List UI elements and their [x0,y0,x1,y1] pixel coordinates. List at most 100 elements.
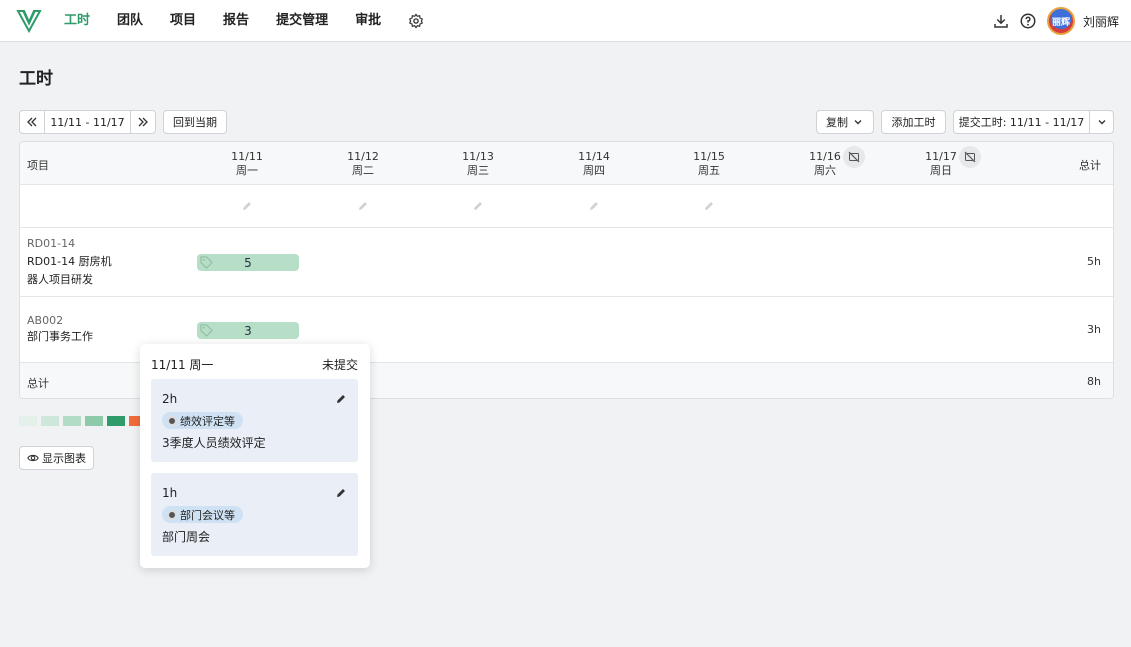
avatar[interactable]: 丽辉 [1046,7,1075,35]
show-chart-label: 显示图表 [42,452,86,465]
gear-icon[interactable] [408,13,424,29]
submit-options-button[interactable] [1089,110,1114,134]
project-cell: RD01-14 RD01-14 厨房机器人项目研发 [27,237,117,289]
copy-button-label: 复制 [826,116,848,129]
top-right-tools: 丽辉 刘丽辉 [992,0,1119,42]
pencil-icon[interactable] [241,200,253,212]
day-date: 11/14 [578,150,610,163]
nav-item-projects[interactable]: 项目 [170,0,196,42]
tag-icon [200,324,213,337]
pencil-icon[interactable] [703,200,715,212]
category-tag: 部门会议等 [162,506,243,523]
next-week-button[interactable] [131,111,155,133]
day-date: 11/12 [347,150,379,163]
day-date: 11/13 [462,150,494,163]
legend-swatch [19,416,37,426]
legend-swatch [85,416,103,426]
popover-date: 11/11 周一 [151,358,214,372]
help-icon[interactable] [1019,12,1037,30]
date-range-label[interactable]: 11/11 - 11/17 [44,111,131,133]
project-code: AB002 [27,314,64,327]
back-to-current-button[interactable]: 回到当期 [163,110,227,134]
tag-icon [200,256,213,269]
prev-week-button[interactable] [20,111,44,133]
day-weekday: 周四 [583,164,605,177]
hours-value: 5 [244,255,252,270]
row-total: 5h [1087,255,1101,268]
pencil-icon[interactable] [357,200,369,212]
nav-item-reports[interactable]: 报告 [223,0,249,42]
add-hours-button[interactable]: 添加工时 [881,110,946,134]
pencil-icon[interactable] [335,393,347,405]
double-chevron-right-icon [138,117,148,127]
eye-icon [27,454,39,462]
user-name[interactable]: 刘丽辉 [1083,13,1119,30]
day-weekday: 周三 [467,164,489,177]
nav-item-timesheet[interactable]: 工时 [64,0,90,42]
day-weekday: 周一 [236,164,258,177]
grand-total: 8h [1087,375,1101,388]
no-work-day-icon[interactable] [959,146,981,168]
pencil-icon[interactable] [472,200,484,212]
download-icon[interactable] [992,12,1010,30]
day-column-header: 11/11 周一 [192,150,302,178]
table-row: RD01-14 RD01-14 厨房机器人项目研发 5 5h [20,228,1113,297]
nav-item-submission[interactable]: 提交管理 [276,0,328,42]
project-name: RD01-14 厨房机器人项目研发 [27,255,112,286]
legend-swatch [63,416,81,426]
no-work-day-icon[interactable] [843,146,865,168]
time-entry[interactable]: 2h 绩效评定等 3季度人员绩效评定 [151,379,358,462]
chevron-down-icon [854,120,862,125]
nav-item-team[interactable]: 团队 [117,0,143,42]
table-header-row: 项目 11/11 周一 11/12 周二 11/13 周三 11/14 周四 11/15 周五 11… [20,142,1113,185]
time-entry[interactable]: 1h 部门会议等 部门周会 [151,473,358,556]
main-nav: 工时 团队 项目 报告 提交管理 审批 [64,0,424,42]
hours-cell-mon[interactable]: 3 [197,322,299,339]
entry-hours: 2h [162,392,178,406]
category-dot-icon [167,415,177,426]
double-chevron-left-icon [27,117,37,127]
popover-status: 未提交 [321,358,358,372]
top-nav: 工时 团队 项目 报告 提交管理 审批 丽辉 刘丽辉 [0,0,1131,42]
total-column-header: 总计 [1079,159,1101,172]
total-row-label: 总计 [27,377,49,390]
pencil-icon[interactable] [335,487,347,499]
day-column-header: 11/12 周二 [308,150,418,178]
day-detail-popover: 11/11 周一 未提交 2h 绩效评定等 3季度人员绩效评定 1h 部门会议等… [140,344,370,568]
row-total: 3h [1087,323,1101,336]
project-cell: AB002 部门事务工作 [27,314,117,346]
copy-button[interactable]: 复制 [816,110,874,134]
project-name: 部门事务工作 [27,330,93,343]
heat-legend [19,416,151,426]
project-code: RD01-14 [27,237,76,250]
day-date: 11/15 [693,150,725,163]
category-label: 绩效评定等 [180,414,235,428]
pencil-icon[interactable] [588,200,600,212]
entry-description: 3季度人员绩效评定 [162,436,266,450]
day-weekday: 周五 [698,164,720,177]
category-label: 部门会议等 [180,508,235,522]
chevron-down-icon [1098,120,1105,125]
hours-cell-mon[interactable]: 5 [197,254,299,271]
project-column-header: 项目 [27,159,49,172]
day-weekday: 周日 [930,164,952,177]
submit-hours-button[interactable]: 提交工时: 11/11 - 11/17 [953,110,1090,134]
table-edit-row [20,185,1113,228]
date-range-picker: 11/11 - 11/17 [19,110,156,134]
entry-hours: 1h [162,486,178,500]
legend-swatch [41,416,59,426]
day-date: 11/11 [231,150,263,163]
day-weekday: 周六 [814,164,836,177]
nav-item-approval[interactable]: 审批 [355,0,381,42]
logo-icon[interactable] [16,8,42,34]
page-title: 工时 [19,69,53,89]
hours-value: 3 [244,323,252,338]
entry-description: 部门周会 [162,530,211,544]
legend-swatch [107,416,125,426]
show-chart-button[interactable]: 显示图表 [19,446,94,470]
day-column-header: 11/15 周五 [654,150,764,178]
category-dot-icon [167,509,177,520]
category-tag: 绩效评定等 [162,412,243,429]
day-column-header: 11/14 周四 [539,150,649,178]
day-column-header: 11/13 周三 [423,150,533,178]
